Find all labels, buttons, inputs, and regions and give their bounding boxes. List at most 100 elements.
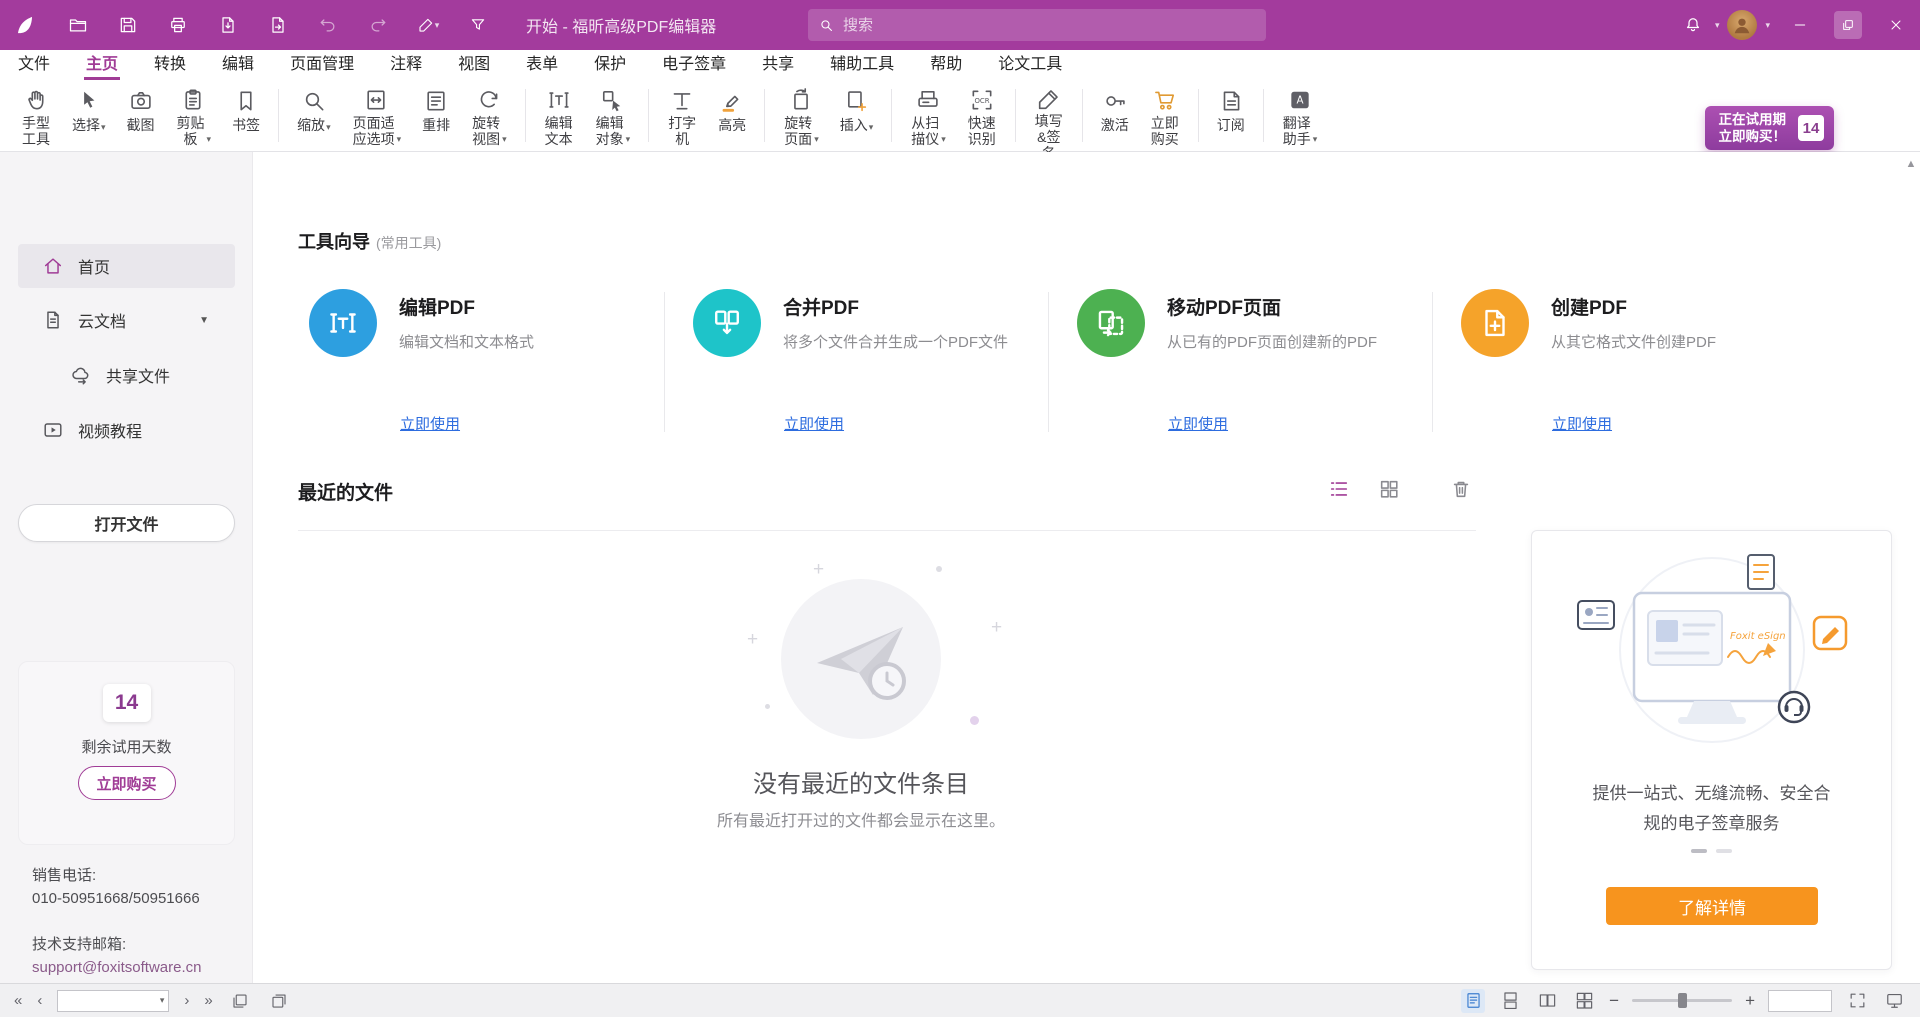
menu-esign[interactable]: 电子签章 [662,50,726,80]
ribbon-tool-edit-text[interactable]: 编辑文本 [535,84,583,147]
ribbon-tool-subscribe[interactable]: 订阅 [1208,84,1254,147]
menu-protect[interactable]: 保护 [594,50,626,80]
last-page-button[interactable]: » [204,993,212,1008]
menu-comment[interactable]: 注释 [390,50,422,80]
close-button[interactable] [1872,0,1920,50]
ribbon-tool-buy-now[interactable]: 立即购买 [1141,84,1189,147]
carousel-dot[interactable] [1716,849,1732,853]
chevron-down-icon[interactable]: ▼ [199,315,209,326]
prev-page-button[interactable]: ‹ [37,993,42,1008]
search-input[interactable] [843,17,1256,34]
ribbon-tool-rotate-pages[interactable]: 旋转页面 [774,84,828,147]
first-page-button[interactable]: « [14,993,22,1008]
minimize-button[interactable] [1776,0,1824,50]
menu-paper-tools[interactable]: 论文工具 [998,50,1062,80]
ribbon-tool-scanner[interactable]: 从扫描仪 [901,84,955,147]
open-file-button[interactable]: 打开文件 [18,504,235,542]
previous-view-button[interactable] [228,989,252,1013]
ribbon-tool-translate[interactable]: A 翻译助手 [1273,84,1327,147]
window-title: 开始 - 福昕高级PDF编辑器 [526,13,716,37]
trial-buy-badge[interactable]: 正在试用期 立即购买！ 14 [1705,106,1835,150]
notification-bell-icon[interactable] [1679,11,1707,39]
ribbon-tool-activate[interactable]: 激活 [1092,84,1138,147]
menu-file[interactable]: 文件 [18,50,50,80]
menu-accessibility[interactable]: 辅助工具 [830,50,894,80]
menu-page-organize[interactable]: 页面管理 [290,50,354,80]
clear-recent-trash-button[interactable] [1446,474,1476,504]
export-icon[interactable] [214,11,242,39]
menu-form[interactable]: 表单 [526,50,558,80]
zoom-slider-thumb[interactable] [1678,993,1687,1008]
ribbon-tool-snapshot[interactable]: 截图 [118,84,164,147]
open-file-icon[interactable] [64,11,92,39]
continuous-facing-view-button[interactable] [1572,989,1596,1013]
zoom-slider[interactable] [1632,999,1732,1002]
user-avatar[interactable] [1727,10,1757,40]
ribbon-tool-fit-page[interactable]: 页面适应选项 [343,84,411,147]
learn-more-button[interactable]: 了解详情 [1606,887,1818,925]
next-page-button[interactable]: › [184,993,189,1008]
carousel-dot-active[interactable] [1691,849,1707,853]
ribbon-tool-fill-sign[interactable]: 填写&签名 [1025,84,1073,147]
buy-now-button[interactable]: 立即购买 [78,766,176,800]
undo-icon[interactable] [314,11,342,39]
ribbon-tool-highlight[interactable]: 高亮 [709,84,755,147]
sidebar-item-video-tutorials[interactable]: 视频教程 [18,408,235,452]
quick-tool-pen-icon[interactable]: ▾ [414,11,442,39]
menu-share[interactable]: 共享 [762,50,794,80]
ribbon-tool-zoom[interactable]: 缩放 [288,84,340,147]
list-view-button[interactable] [1324,474,1354,504]
sidebar-item-home[interactable]: 首页 [18,244,235,288]
sidebar-item-shared-files[interactable]: 共享文件 [18,353,235,397]
menu-home[interactable]: 主页 [86,50,118,80]
support-email-link[interactable]: support@foxitsoftware.cn [32,956,201,979]
zoom-out-button[interactable]: − [1609,992,1619,1009]
menu-help[interactable]: 帮助 [930,50,962,80]
ribbon-tool-hand[interactable]: 手型工具 [12,84,60,147]
single-page-view-button[interactable] [1461,989,1485,1013]
quick-access-toolbar: ▾ [64,11,492,39]
ribbon-tool-rotate-view[interactable]: 旋转视图 [462,84,516,147]
dropdown-caret[interactable]: ▾ [1765,20,1770,31]
menu-convert[interactable]: 转换 [154,50,186,80]
card-create-pdf[interactable]: 创建PDF 从其它格式文件创建PDF 立即使用 [1461,289,1831,439]
page-input-caret-icon[interactable]: ▾ [160,995,165,1006]
fit-screen-button[interactable] [1845,989,1869,1013]
ribbon-tool-insert-pages[interactable]: 插入 [831,84,883,147]
share-icon[interactable] [264,11,292,39]
use-now-link[interactable]: 立即使用 [1552,413,1612,434]
ribbon-tool-reflow[interactable]: 重排 [413,84,459,147]
menu-view[interactable]: 视图 [458,50,490,80]
zoom-in-button[interactable]: + [1745,992,1755,1009]
menu-edit[interactable]: 编辑 [222,50,254,80]
facing-view-button[interactable] [1535,989,1559,1013]
save-icon[interactable] [114,11,142,39]
fullscreen-button[interactable] [1882,989,1906,1013]
search-box[interactable] [808,9,1266,41]
print-icon[interactable] [164,11,192,39]
page-input-box[interactable]: ▾ [57,990,169,1012]
ribbon-tool-ocr[interactable]: OCR 快速识别 [958,84,1006,147]
card-edit-pdf[interactable]: 编辑PDF 编辑文档和文本格式 立即使用 [309,289,679,439]
ribbon-tool-typewriter[interactable]: 打字机 [658,84,706,147]
dropdown-caret[interactable]: ▾ [1715,20,1720,31]
continuous-view-button[interactable] [1498,989,1522,1013]
redo-icon[interactable] [364,11,392,39]
ribbon-tool-select[interactable]: 选择 [63,84,115,147]
ribbon-tool-bookmark[interactable]: 书签 [223,84,269,147]
next-view-button[interactable] [267,989,291,1013]
ribbon-tool-clipboard[interactable]: 剪贴板 [167,84,221,147]
card-merge-pdf[interactable]: 合并PDF 将多个文件合并生成一个PDF文件 立即使用 [693,289,1063,439]
restore-button[interactable] [1824,0,1872,50]
content-scrollbar[interactable]: ▲ [1904,158,1918,170]
ribbon-tool-edit-object[interactable]: 编辑对象 [586,84,640,147]
grid-view-button[interactable] [1374,474,1404,504]
use-now-link[interactable]: 立即使用 [784,413,844,434]
card-move-pdf-pages[interactable]: 移动PDF页面 从已有的PDF页面创建新的PDF 立即使用 [1077,289,1447,439]
sidebar-item-cloud-docs[interactable]: 云文档 ▼ [18,298,235,342]
collapse-ribbon-icon[interactable] [464,11,492,39]
use-now-link[interactable]: 立即使用 [1168,413,1228,434]
zoom-level-input[interactable] [1768,990,1832,1012]
page-number-input[interactable] [62,993,159,1008]
use-now-link[interactable]: 立即使用 [400,413,460,434]
